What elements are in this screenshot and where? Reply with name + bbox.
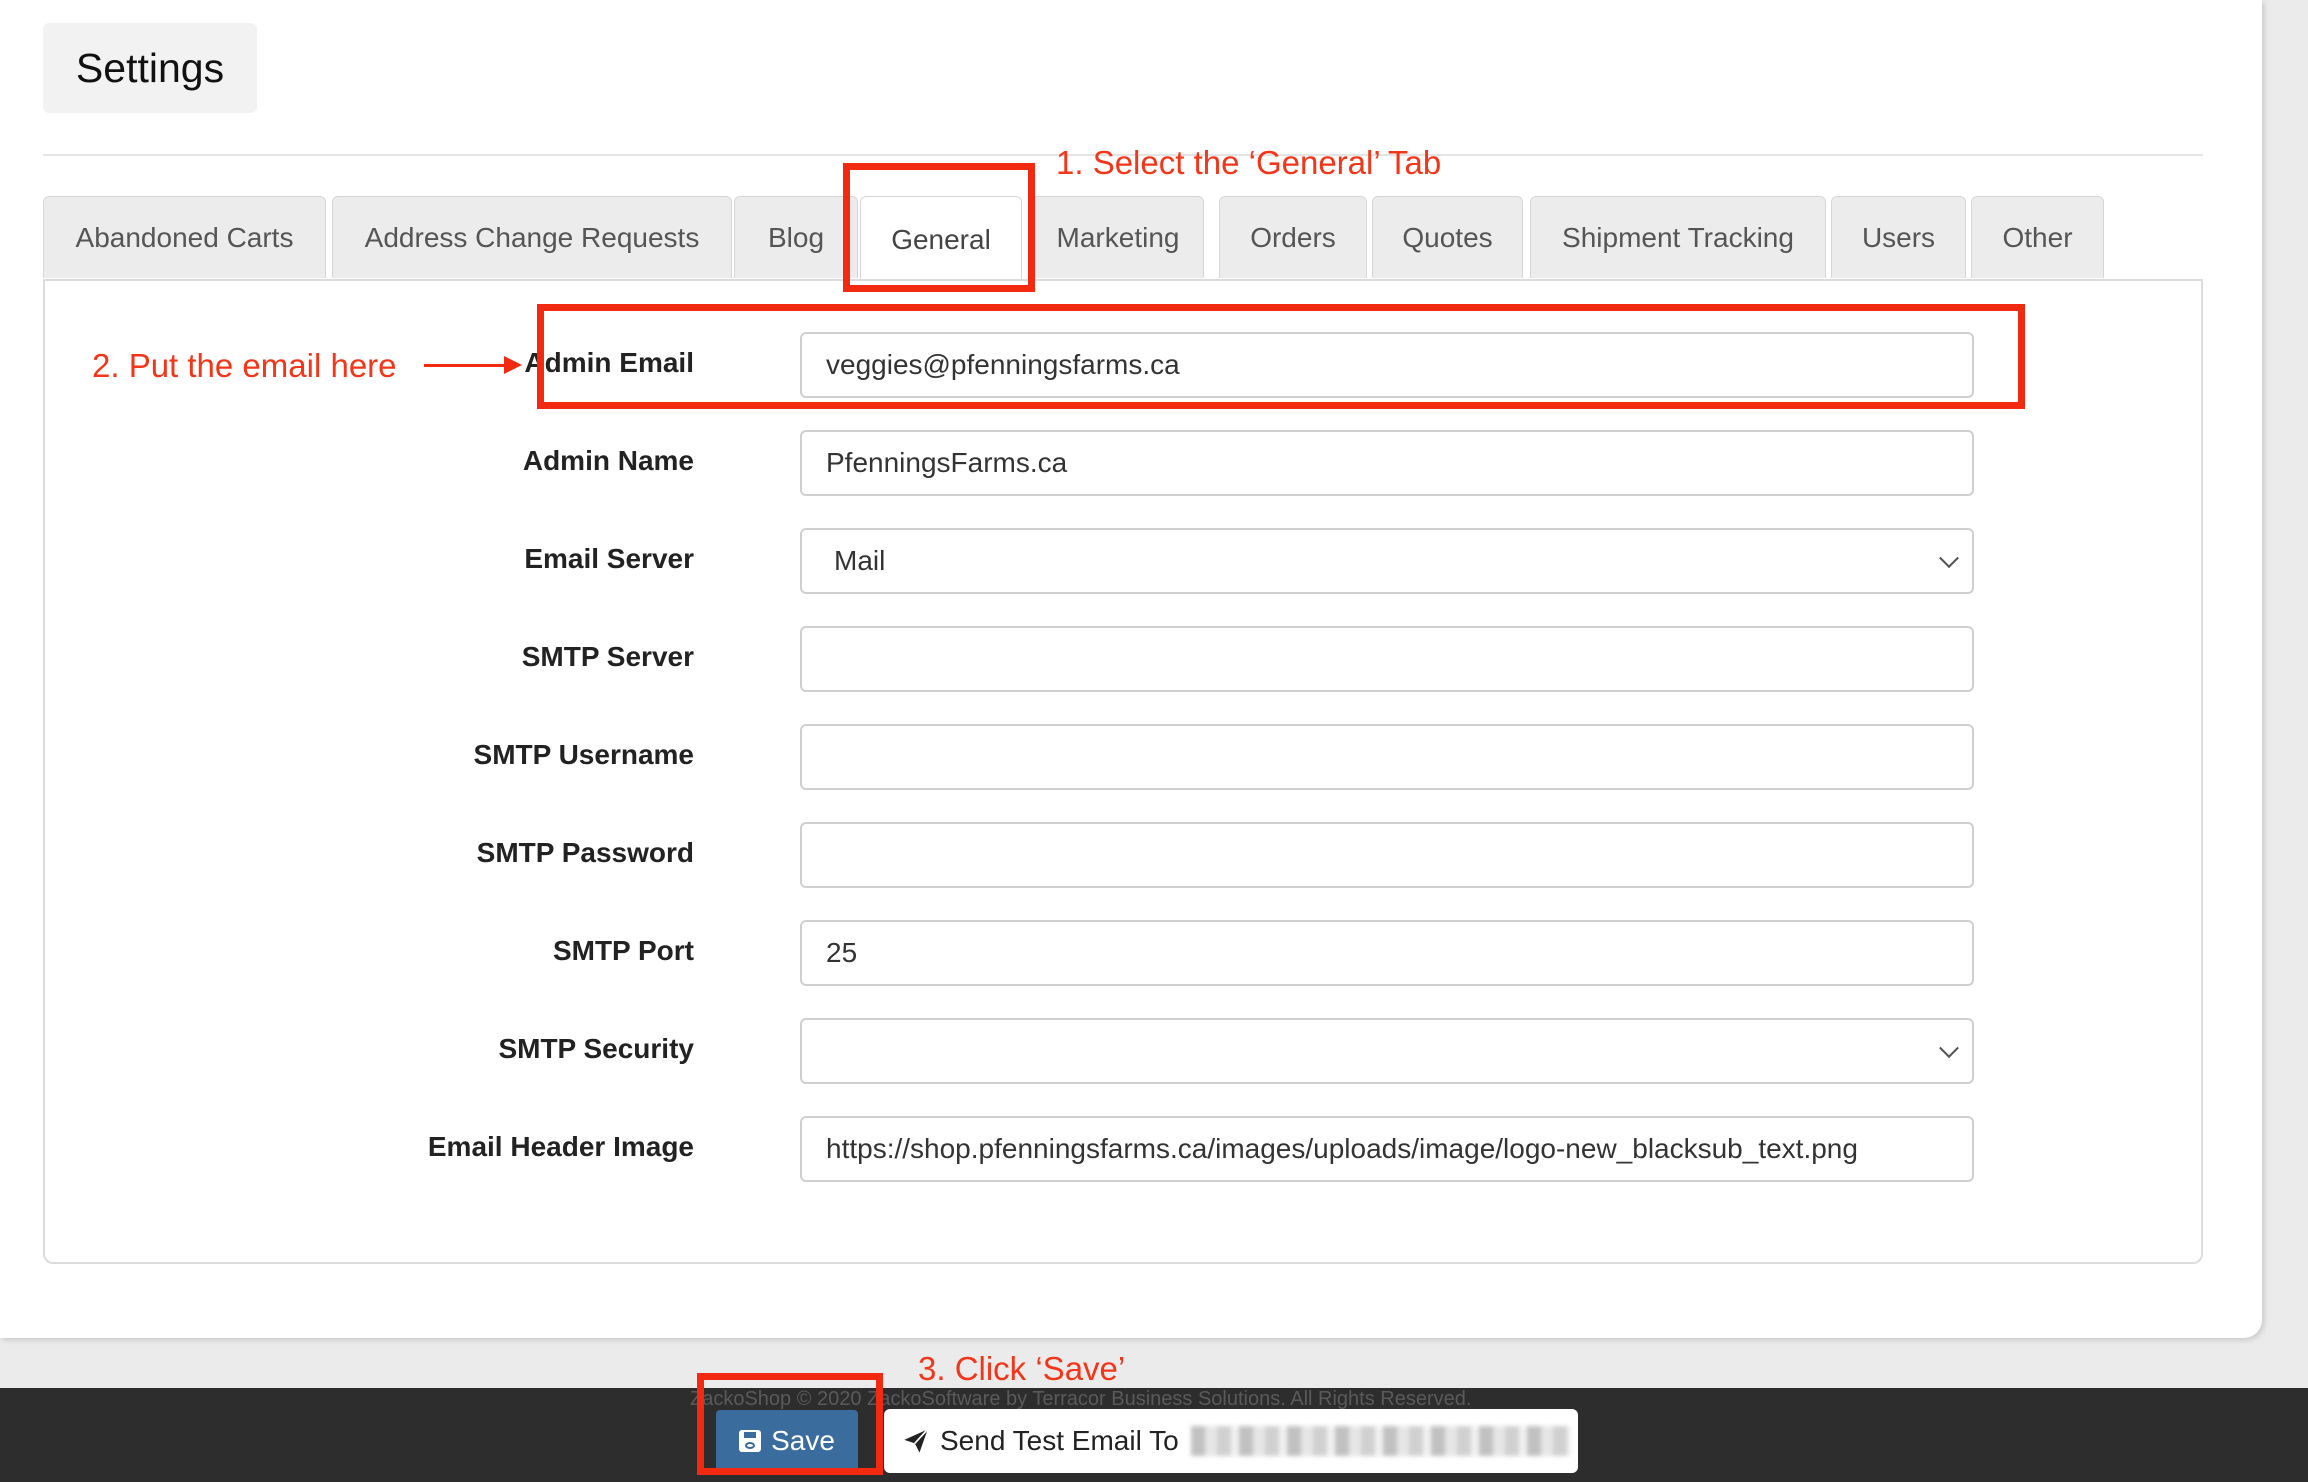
email-server-value: Mail [834, 545, 886, 576]
annotation-box-admin-email [537, 304, 2025, 409]
tab-blog[interactable]: Blog [734, 196, 858, 278]
email-server-select[interactable]: Mail [800, 528, 1974, 594]
admin-name-input[interactable]: PfenningsFarms.ca [800, 430, 1974, 496]
paper-plane-icon [904, 1428, 929, 1453]
smtp-server-label: SMTP Server [521, 641, 694, 672]
annotation-step1: 1. Select the ‘General’ Tab [1056, 144, 1442, 181]
annotation-box-save [697, 1373, 883, 1475]
smtp-security-label: SMTP Security [498, 1033, 694, 1064]
smtp-password-input[interactable] [800, 822, 1974, 888]
chevron-down-icon [1939, 548, 1959, 569]
smtp-password-label: SMTP Password [476, 837, 694, 868]
tab-address-change-requests[interactable]: Address Change Requests [332, 196, 732, 278]
tab-shipment-tracking[interactable]: Shipment Tracking [1530, 196, 1826, 278]
arrow-right-icon [504, 356, 522, 374]
smtp-username-input[interactable] [800, 724, 1974, 790]
smtp-port-label: SMTP Port [552, 935, 694, 966]
chevron-down-icon [1939, 1038, 1959, 1059]
tab-quotes[interactable]: Quotes [1372, 196, 1523, 278]
tab-marketing[interactable]: Marketing [1032, 196, 1204, 278]
annotation-arrow [424, 364, 508, 367]
send-test-email-label: Send Test Email To [940, 1425, 1179, 1456]
tab-users[interactable]: Users [1831, 196, 1966, 278]
email-server-label: Email Server [524, 543, 694, 574]
annotation-step3: 3. Click ‘Save’ [918, 1350, 1126, 1387]
page-title: Settings [43, 23, 257, 113]
smtp-username-label: SMTP Username [473, 739, 694, 770]
admin-name-label: Admin Name [522, 445, 694, 476]
redacted-email [1190, 1426, 1571, 1456]
annotation-step2: 2. Put the email here [92, 347, 397, 384]
smtp-port-input[interactable]: 25 [800, 920, 1974, 986]
send-test-email-button[interactable]: Send Test Email To [884, 1409, 1578, 1473]
tab-abandoned-carts[interactable]: Abandoned Carts [43, 196, 326, 278]
email-header-image-input[interactable]: https://shop.pfenningsfarms.ca/images/up… [800, 1116, 1974, 1182]
smtp-server-input[interactable] [800, 626, 1974, 692]
annotation-box-general-tab [843, 163, 1035, 292]
settings-panel: Settings Abandoned Carts Address Change … [0, 0, 2262, 1338]
tab-other[interactable]: Other [1971, 196, 2104, 278]
tab-orders[interactable]: Orders [1219, 196, 1367, 278]
email-header-image-label: Email Header Image [427, 1131, 694, 1162]
smtp-security-select[interactable] [800, 1018, 1974, 1084]
